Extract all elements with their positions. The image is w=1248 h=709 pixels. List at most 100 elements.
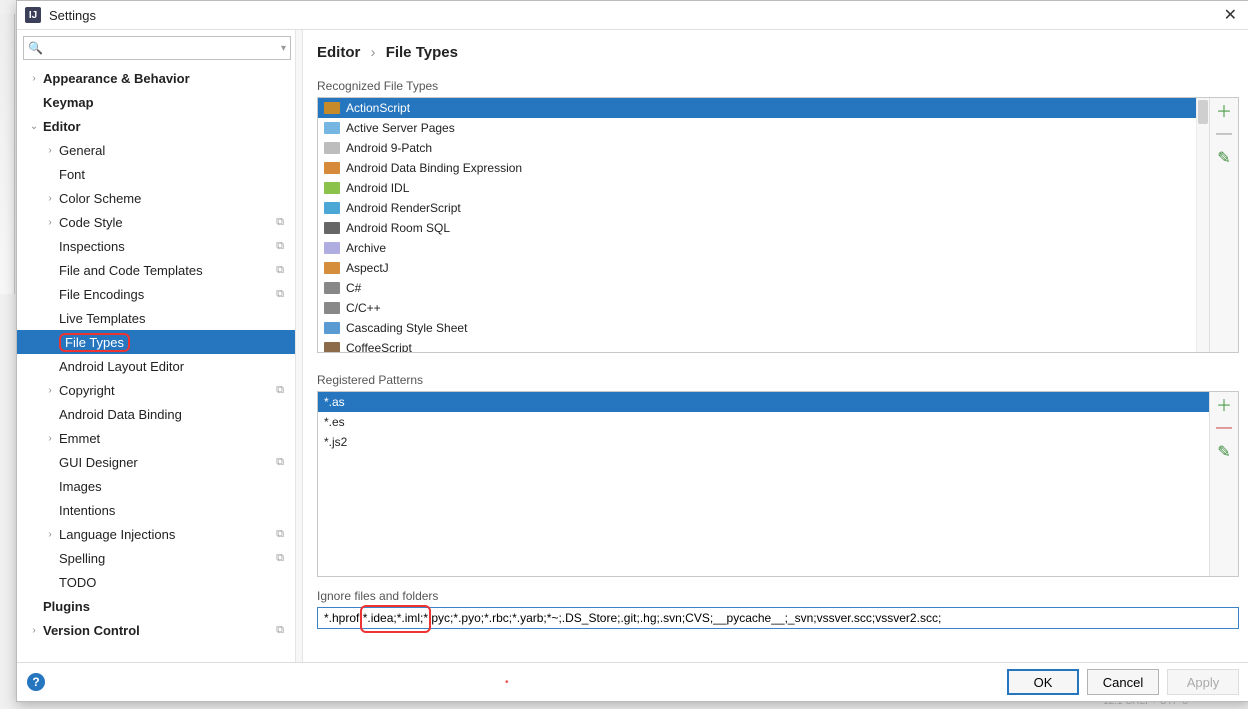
tree-item-android-layout-editor[interactable]: Android Layout Editor <box>17 354 295 378</box>
chevron-down-icon: ⌄ <box>25 121 43 132</box>
splitter[interactable] <box>295 30 303 662</box>
chevron-right-icon: › <box>365 44 382 61</box>
edit-icon[interactable]: ✎ <box>1212 440 1236 464</box>
tree-item-file-types[interactable]: File Types <box>17 330 295 354</box>
ignore-field[interactable] <box>317 607 1239 629</box>
chevron-right-icon: › <box>41 385 59 396</box>
tree-item-appearance-behavior[interactable]: ›Appearance & Behavior <box>17 66 295 90</box>
filetype-row[interactable]: Android IDL <box>318 178 1209 198</box>
breadcrumb-editor[interactable]: Editor <box>317 44 360 61</box>
pattern-row[interactable]: *.js2 <box>318 432 1209 452</box>
tree-item-label: TODO <box>59 575 295 590</box>
pattern-row[interactable]: *.es <box>318 412 1209 432</box>
chevron-right-icon: › <box>41 217 59 228</box>
filetype-row[interactable]: Cascading Style Sheet <box>318 318 1209 338</box>
tree-item-plugins[interactable]: Plugins <box>17 594 295 618</box>
tree-item-file-encodings[interactable]: File Encodings⧉ <box>17 282 295 306</box>
tree-item-live-templates[interactable]: Live Templates <box>17 306 295 330</box>
pattern-row[interactable]: *.as <box>318 392 1209 412</box>
filetype-label: CoffeeScript <box>346 341 412 352</box>
ignore-label: Ignore files and folders <box>317 585 1239 607</box>
help-icon[interactable]: ? <box>27 673 45 691</box>
tree-item-android-data-binding[interactable]: Android Data Binding <box>17 402 295 426</box>
tree-item-images[interactable]: Images <box>17 474 295 498</box>
tree-item-editor[interactable]: ⌄Editor <box>17 114 295 138</box>
filetype-row[interactable]: AspectJ <box>318 258 1209 278</box>
filetype-row[interactable]: Android 9-Patch <box>318 138 1209 158</box>
tree-item-label: Color Scheme <box>59 191 295 206</box>
tree-item-todo[interactable]: TODO <box>17 570 295 594</box>
tree-item-emmet[interactable]: ›Emmet <box>17 426 295 450</box>
tree-item-font[interactable]: Font <box>17 162 295 186</box>
filetype-icon <box>324 282 340 294</box>
search-icon: 🔍 <box>28 41 43 55</box>
filetype-row[interactable]: Android RenderScript <box>318 198 1209 218</box>
window-title: Settings <box>49 8 1220 23</box>
apply-button[interactable]: Apply <box>1167 669 1239 695</box>
filetype-row[interactable]: Archive <box>318 238 1209 258</box>
tree-item-label: Keymap <box>43 95 295 110</box>
tree-item-code-style[interactable]: ›Code Style⧉ <box>17 210 295 234</box>
recognized-file-types: ActionScript Active Server Pages Android 9… <box>317 97 1239 353</box>
remove-icon[interactable]: — <box>1212 416 1236 440</box>
remove-icon[interactable]: — <box>1212 122 1236 146</box>
tree-item-intentions[interactable]: Intentions <box>17 498 295 522</box>
tree-item-label: Plugins <box>43 599 295 614</box>
settings-sidebar: 🔍 ▾ ›Appearance & BehaviorKeymap⌄Editor›… <box>17 30 295 662</box>
filetype-row[interactable]: C# <box>318 278 1209 298</box>
tree-item-gui-designer[interactable]: GUI Designer⧉ <box>17 450 295 474</box>
tree-item-label: Copyright <box>59 383 271 398</box>
settings-tree[interactable]: ›Appearance & BehaviorKeymap⌄Editor›Gene… <box>17 66 295 662</box>
tree-item-version-control[interactable]: ›Version Control⧉ <box>17 618 295 642</box>
registered-list[interactable]: *.as*.es *.js2 <box>318 392 1209 576</box>
scope-icon: ⧉ <box>271 216 295 229</box>
filetype-row[interactable]: CoffeeScript <box>318 338 1209 352</box>
tree-item-copyright[interactable]: ›Copyright⧉ <box>17 378 295 402</box>
recognized-list[interactable]: ActionScript Active Server Pages Android 9… <box>318 98 1209 352</box>
chevron-right-icon: › <box>25 73 43 84</box>
filetype-label: Android Data Binding Expression <box>346 161 522 175</box>
filetype-icon <box>324 122 340 134</box>
tree-item-label: Intentions <box>59 503 295 518</box>
filetype-icon <box>324 102 340 114</box>
search-input[interactable] <box>45 40 281 57</box>
chevron-down-icon[interactable]: ▾ <box>281 43 286 54</box>
add-icon[interactable]: ＋ <box>1212 98 1236 122</box>
chevron-right-icon: › <box>25 625 43 636</box>
tree-item-inspections[interactable]: Inspections⧉ <box>17 234 295 258</box>
filetype-label: C# <box>346 281 361 295</box>
tree-item-general[interactable]: ›General <box>17 138 295 162</box>
ok-button[interactable]: OK <box>1007 669 1079 695</box>
tree-item-color-scheme[interactable]: ›Color Scheme <box>17 186 295 210</box>
filetype-icon <box>324 262 340 274</box>
filetype-row[interactable]: Active Server Pages <box>318 118 1209 138</box>
modified-indicator: • <box>505 677 509 688</box>
tree-item-label: Appearance & Behavior <box>43 71 295 86</box>
tree-item-keymap[interactable]: Keymap <box>17 90 295 114</box>
cancel-button[interactable]: Cancel <box>1087 669 1159 695</box>
edit-icon[interactable]: ✎ <box>1212 146 1236 170</box>
scrollbar[interactable] <box>1196 98 1209 352</box>
filetype-icon <box>324 162 340 174</box>
scrollbar-thumb[interactable] <box>1198 100 1208 124</box>
filetype-label: Active Server Pages <box>346 121 455 135</box>
tree-item-language-injections[interactable]: ›Language Injections⧉ <box>17 522 295 546</box>
pattern-label: *.js2 <box>324 435 347 449</box>
filetype-label: C/C++ <box>346 301 381 315</box>
filetype-label: ActionScript <box>346 101 410 115</box>
filetype-icon <box>324 302 340 314</box>
breadcrumb-filetypes: File Types <box>386 44 458 61</box>
filetype-row[interactable]: Android Room SQL <box>318 218 1209 238</box>
tree-item-label: Editor <box>43 119 295 134</box>
filetype-label: Android 9-Patch <box>346 141 432 155</box>
tree-item-spelling[interactable]: Spelling⧉ <box>17 546 295 570</box>
search-box[interactable]: 🔍 ▾ <box>23 36 291 60</box>
filetype-row[interactable]: ActionScript <box>318 98 1209 118</box>
close-icon[interactable]: ✕ <box>1220 5 1241 25</box>
add-icon[interactable]: ＋ <box>1212 392 1236 416</box>
tree-item-file-and-code-templates[interactable]: File and Code Templates⧉ <box>17 258 295 282</box>
scope-icon: ⧉ <box>271 240 295 253</box>
filetype-row[interactable]: Android Data Binding Expression <box>318 158 1209 178</box>
scope-icon: ⧉ <box>271 624 295 637</box>
filetype-row[interactable]: C/C++ <box>318 298 1209 318</box>
